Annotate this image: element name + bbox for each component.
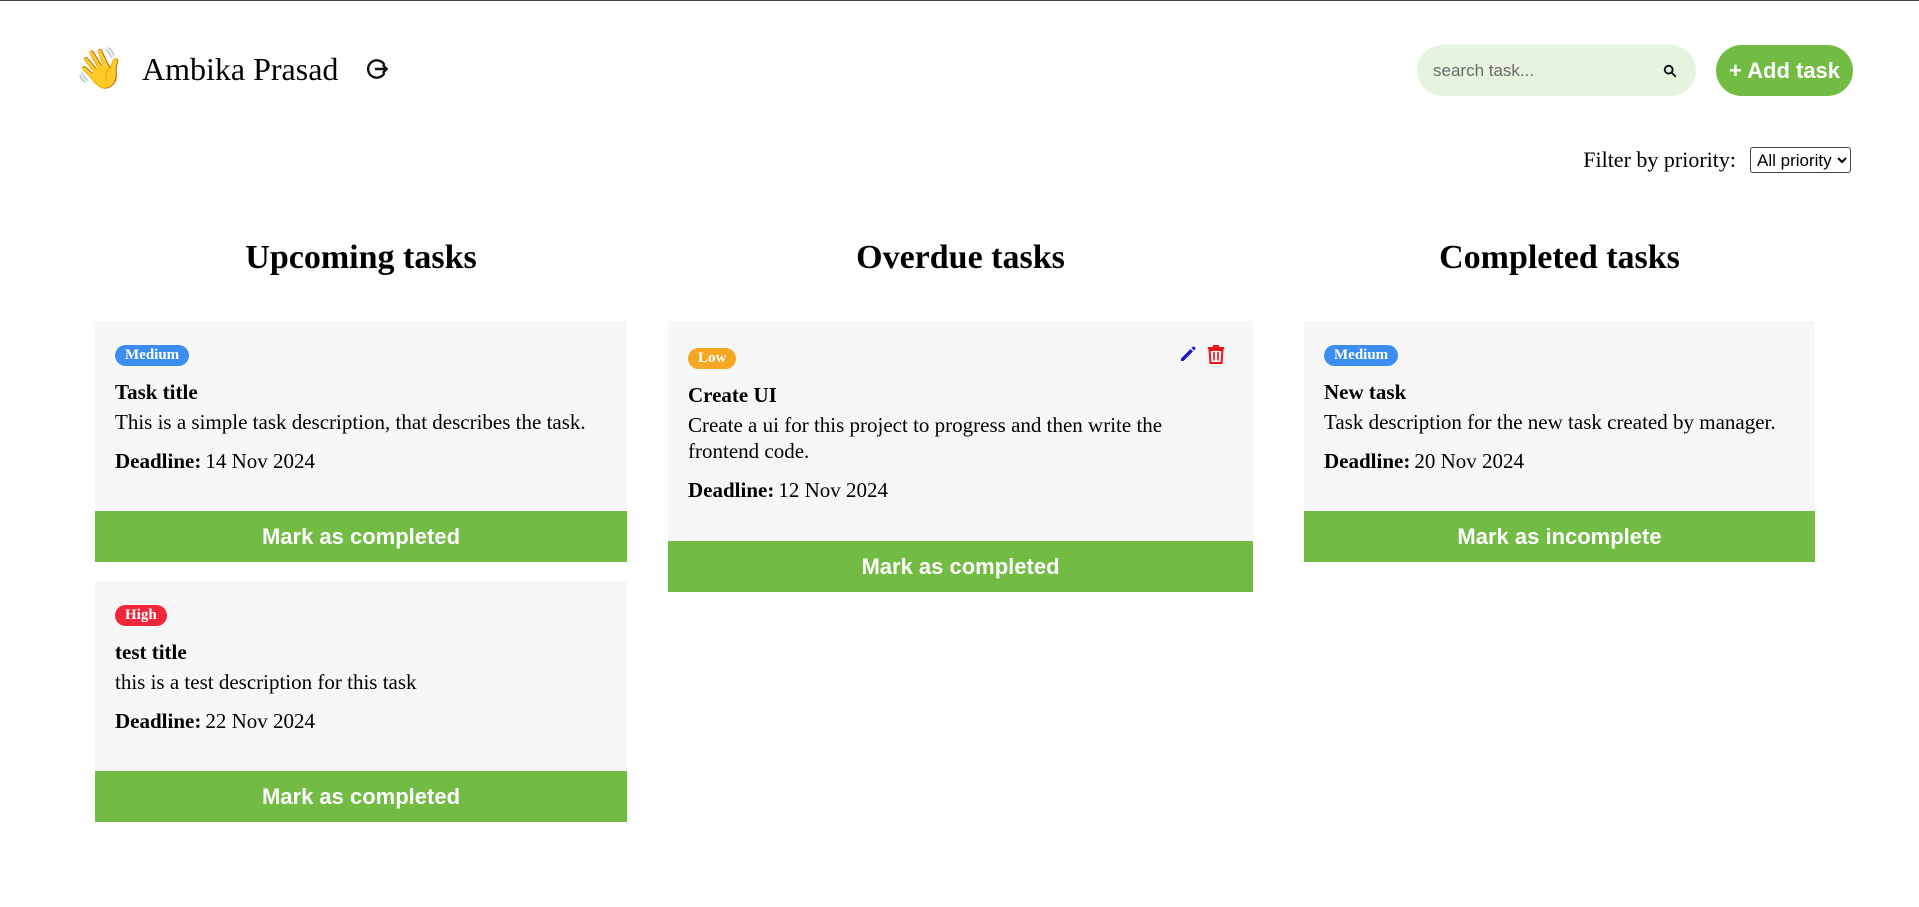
username: Ambika Prasad [142, 50, 339, 87]
task-title: test title [115, 640, 187, 664]
priority-filter: Filter by priority: All priority [1583, 147, 1851, 173]
mark-completed-button[interactable]: Mark as completed [95, 771, 627, 822]
logout-icon[interactable] [364, 55, 392, 83]
add-task-button[interactable]: + Add task [1716, 45, 1853, 96]
column-title-upcoming: Upcoming tasks [245, 239, 477, 276]
task-deadline: Deadline: 20 Nov 2024 [1324, 449, 1795, 474]
task-description: this is a test description for this task [115, 670, 417, 694]
column-title-completed: Completed tasks [1439, 239, 1680, 276]
search-box [1417, 45, 1696, 96]
priority-badge: Low [688, 348, 737, 369]
filter-label: Filter by priority: [1583, 147, 1736, 172]
task-card: Low Create UI Create a ui for this proje… [668, 321, 1253, 592]
task-title: New task [1324, 380, 1407, 404]
priority-badge: Medium [115, 345, 190, 366]
task-title: Task title [115, 380, 198, 404]
priority-badge: High [115, 605, 167, 626]
task-title: Create UI [688, 383, 777, 407]
deadline-label: Deadline: [115, 709, 202, 733]
task-card: Medium Task title This is a simple task … [95, 321, 627, 562]
priority-badge: Medium [1324, 345, 1399, 366]
task-card: Medium New task Task description for the… [1304, 321, 1815, 562]
mark-completed-button[interactable]: Mark as completed [95, 511, 627, 562]
task-description: This is a simple task description, that … [115, 410, 586, 434]
deadline-label: Deadline: [115, 449, 202, 473]
mark-incomplete-button[interactable]: Mark as incomplete [1304, 511, 1815, 562]
task-deadline: Deadline: 14 Nov 2024 [115, 449, 607, 474]
search-input[interactable] [1431, 59, 1662, 82]
task-deadline: Deadline: 12 Nov 2024 [688, 478, 1233, 503]
deadline-label: Deadline: [688, 478, 775, 502]
user-header: 👋 Ambika Prasad [75, 45, 392, 93]
task-deadline: Deadline: 22 Nov 2024 [115, 709, 607, 734]
task-description: Create a ui for this project to progress… [688, 413, 1163, 463]
deadline-date: 20 Nov 2024 [1414, 449, 1524, 473]
mark-completed-button[interactable]: Mark as completed [668, 541, 1253, 592]
waving-hand-emoji: 👋 [75, 46, 125, 91]
task-actions [1177, 343, 1227, 365]
deadline-label: Deadline: [1324, 449, 1411, 473]
deadline-date: 12 Nov 2024 [778, 478, 888, 502]
task-description: Task description for the new task create… [1324, 410, 1776, 434]
pencil-icon[interactable] [1177, 343, 1199, 365]
column-title-overdue: Overdue tasks [856, 239, 1065, 276]
deadline-date: 22 Nov 2024 [205, 709, 315, 733]
search-icon[interactable] [1662, 63, 1678, 79]
trash-icon[interactable] [1205, 343, 1227, 365]
priority-select[interactable]: All priority [1750, 147, 1851, 173]
deadline-date: 14 Nov 2024 [205, 449, 315, 473]
task-card: High test title this is a test descripti… [95, 581, 627, 822]
